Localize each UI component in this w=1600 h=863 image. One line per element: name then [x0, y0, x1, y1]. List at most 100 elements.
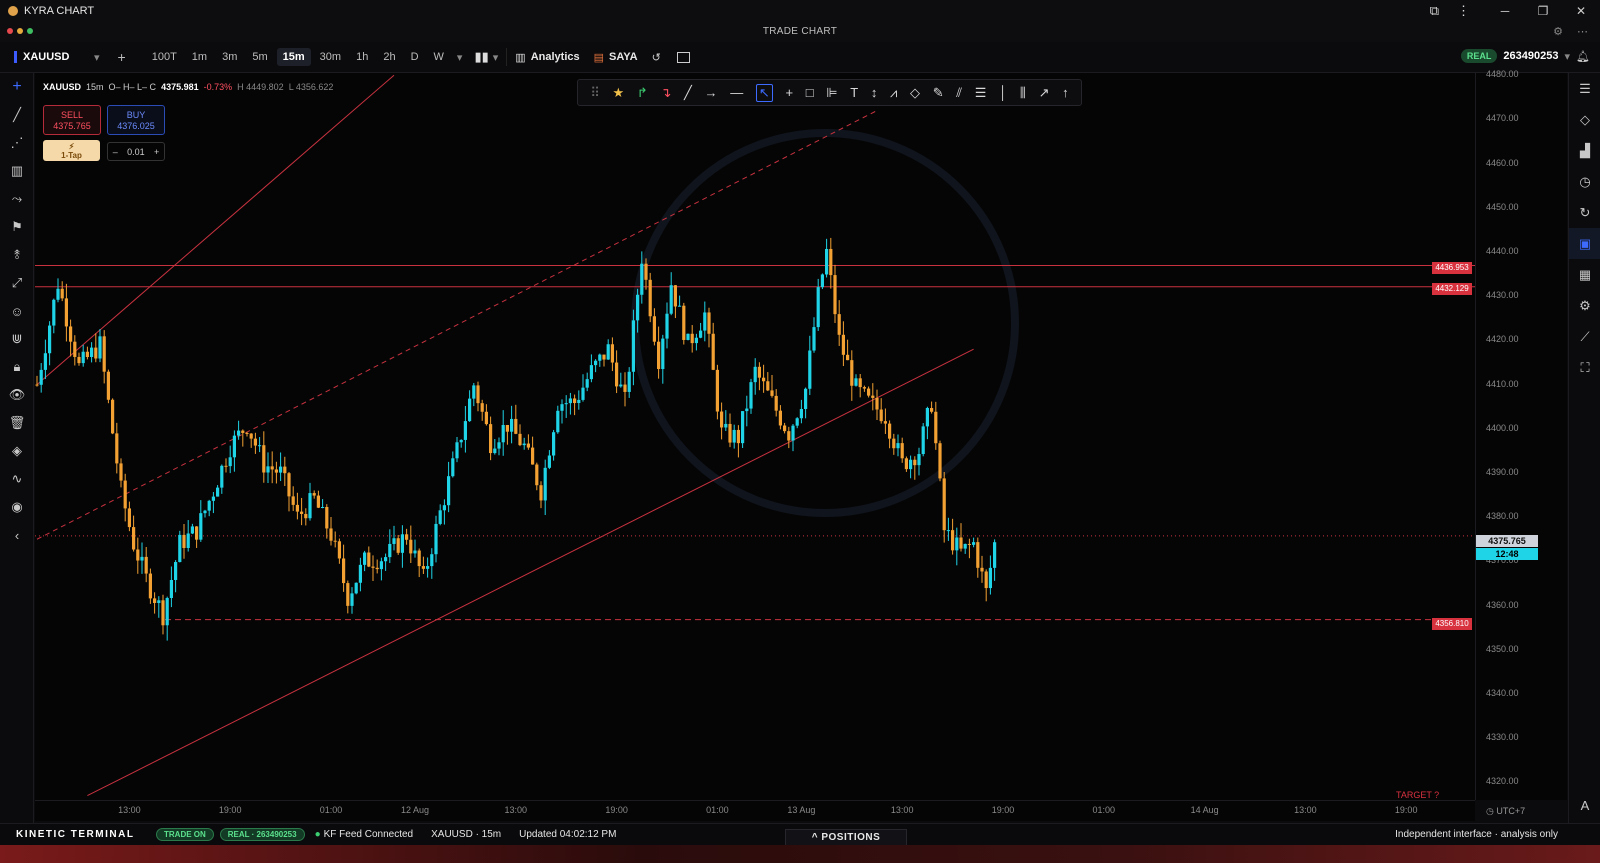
candle-type-dropdown-icon[interactable]: ▾: [493, 51, 499, 64]
brush-icon[interactable]: ⤳: [0, 185, 34, 213]
pitchfork-icon[interactable]: ⋰: [0, 129, 34, 157]
timezone-selector[interactable]: ◷ UTC+7: [1486, 806, 1525, 817]
timeframe-100t[interactable]: 100T: [146, 48, 183, 66]
saya-button[interactable]: SAYA: [609, 51, 638, 63]
timeframe-15m[interactable]: 15m: [276, 48, 311, 66]
text-tool-icon[interactable]: T: [850, 85, 858, 100]
account-area[interactable]: REAL 263490253 ▾: [1460, 49, 1570, 63]
timeframe-5m[interactable]: 5m: [246, 48, 273, 66]
info-ohlc: O– H– L– C: [108, 82, 157, 92]
eraser-icon[interactable]: ◇: [910, 85, 920, 101]
trash-icon[interactable]: 🗑︎: [0, 409, 34, 437]
lot-stepper[interactable]: – 0.01 +: [107, 142, 165, 161]
level-label-lower[interactable]: 4432.129: [1432, 283, 1472, 295]
indicator-icon[interactable]: ⟋: [1569, 321, 1600, 352]
layout-icon[interactable]: ▦: [1569, 259, 1600, 290]
timeframe-1h[interactable]: 1h: [350, 48, 374, 66]
lot-increase-button[interactable]: +: [154, 147, 159, 157]
one-tap-button[interactable]: ⚡︎ 1-Tap: [43, 140, 100, 161]
fib-icon[interactable]: ▥: [0, 157, 34, 185]
account-dropdown-icon[interactable]: ▾: [1564, 50, 1570, 63]
lot-decrease-button[interactable]: –: [113, 147, 118, 157]
collapse-icon[interactable]: ‹: [0, 521, 34, 549]
fib-levels-icon[interactable]: ☰: [975, 85, 987, 101]
eye-icon[interactable]: 👁︎: [0, 381, 34, 409]
wave-icon[interactable]: ∿: [0, 465, 34, 493]
symbol-dropdown-icon[interactable]: ▾: [94, 51, 100, 64]
settings-icon[interactable]: ⚙: [1553, 25, 1563, 38]
save-icon[interactable]: ▣: [1569, 228, 1600, 259]
crosshair-tool-icon[interactable]: +: [785, 85, 793, 100]
magnet-icon[interactable]: ⋓: [0, 325, 34, 353]
fullscreen-box-icon[interactable]: [676, 51, 690, 63]
candle-body: [930, 408, 934, 412]
pin-icon[interactable]: ⥉: [0, 241, 34, 269]
expand-icon[interactable]: ⛶: [1569, 352, 1600, 383]
up-arrow-icon[interactable]: ↑: [1062, 85, 1069, 100]
menu-icon[interactable]: ⋮: [1457, 0, 1470, 22]
layers-icon[interactable]: ◇: [1569, 104, 1600, 135]
chart-canvas[interactable]: [35, 73, 1475, 800]
crosshair-plus-icon[interactable]: +: [0, 73, 34, 101]
history-icon[interactable]: ◷: [1569, 166, 1600, 197]
chart-icon[interactable]: ▟: [1569, 135, 1600, 166]
timeframe-2h[interactable]: 2h: [377, 48, 401, 66]
camera-icon[interactable]: ◉: [0, 493, 34, 521]
cursor-tool-icon[interactable]: ↖: [755, 83, 773, 102]
timeframe-1m[interactable]: 1m: [186, 48, 213, 66]
time-axis[interactable]: 13:00 19:00 01:00 12 Aug 13:00 19:00 01:00 13 A…: [35, 800, 1475, 821]
price-axis[interactable]: 4480.00 4470.00 4460.00 4450.00 4440.00 4430.…: [1475, 69, 1567, 800]
candles-tool-icon[interactable]: ⫼: [1020, 85, 1026, 101]
fib-retracement-icon[interactable]: ⊫: [826, 85, 837, 101]
sell-button[interactable]: SELL 4375.765: [43, 105, 101, 135]
timeframe-dropdown-icon[interactable]: ▾: [457, 51, 463, 64]
candle-type-icon[interactable]: ▮▮: [474, 49, 488, 65]
more-icon[interactable]: ⋯: [1577, 25, 1588, 38]
support-level-label[interactable]: 4356.810: [1432, 618, 1472, 630]
vertical-line-icon[interactable]: │: [999, 85, 1007, 100]
arrow-tool-icon[interactable]: ↗: [1039, 85, 1050, 101]
trend-line-icon[interactable]: ╱: [0, 101, 34, 129]
price-chart[interactable]: [35, 73, 1475, 800]
emoji-icon[interactable]: ☺: [0, 297, 34, 325]
font-icon[interactable]: A: [1569, 790, 1600, 821]
ruler-icon[interactable]: ⤢: [0, 269, 34, 297]
flag-icon[interactable]: ⚑: [0, 213, 34, 241]
layers-icon[interactable]: ◈: [0, 437, 34, 465]
refresh-icon[interactable]: ↻: [1569, 197, 1600, 228]
sell-arrow-icon[interactable]: ↴: [660, 85, 671, 101]
parallel-channel-icon[interactable]: ⫽: [956, 85, 962, 101]
measure-tool-icon[interactable]: ↕: [871, 85, 878, 100]
replay-icon[interactable]: ↺: [652, 51, 661, 64]
symbol-selector[interactable]: XAUUSD: [14, 51, 94, 63]
buy-arrow-icon[interactable]: ↱: [637, 85, 648, 101]
maximize-button[interactable]: ❐: [1524, 0, 1562, 22]
level-label-upper[interactable]: 4436.953: [1432, 262, 1472, 274]
polyline-tool-icon[interactable]: ⩘: [890, 85, 897, 101]
lock-icon[interactable]: 🔒︎: [0, 353, 34, 381]
lot-value[interactable]: 0.01: [127, 147, 145, 157]
rectangle-tool-icon[interactable]: □: [806, 85, 814, 100]
positions-tab[interactable]: ^ POSITIONS: [785, 829, 907, 845]
restore-icon[interactable]: ⧉: [1430, 0, 1439, 22]
horizontal-line-icon[interactable]: —: [730, 85, 743, 100]
highlighter-icon[interactable]: ✎: [933, 85, 944, 101]
close-button[interactable]: ✕: [1562, 0, 1600, 22]
minimize-button[interactable]: ─: [1486, 0, 1524, 22]
trade-on-badge[interactable]: TRADE ON: [156, 828, 214, 841]
timeframe-w[interactable]: W: [428, 48, 450, 66]
add-symbol-icon[interactable]: +: [118, 49, 126, 65]
line-tool-icon[interactable]: ╱: [684, 85, 692, 101]
timeframe-3m[interactable]: 3m: [216, 48, 243, 66]
timeframe-30m[interactable]: 30m: [314, 48, 347, 66]
bell-icon[interactable]: 🔔︎: [1576, 50, 1590, 63]
star-icon[interactable]: ★: [613, 85, 625, 101]
watchlist-icon[interactable]: ☰: [1569, 73, 1600, 104]
settings-icon[interactable]: ⚙: [1569, 290, 1600, 321]
analytics-button[interactable]: Analytics: [531, 51, 580, 63]
buy-button[interactable]: BUY 4376.025: [107, 105, 165, 135]
candle-body: [476, 385, 480, 404]
timeframe-d[interactable]: D: [405, 48, 425, 66]
ray-tool-icon[interactable]: →: [705, 85, 718, 100]
drag-handle-icon[interactable]: ⠿: [590, 85, 600, 101]
